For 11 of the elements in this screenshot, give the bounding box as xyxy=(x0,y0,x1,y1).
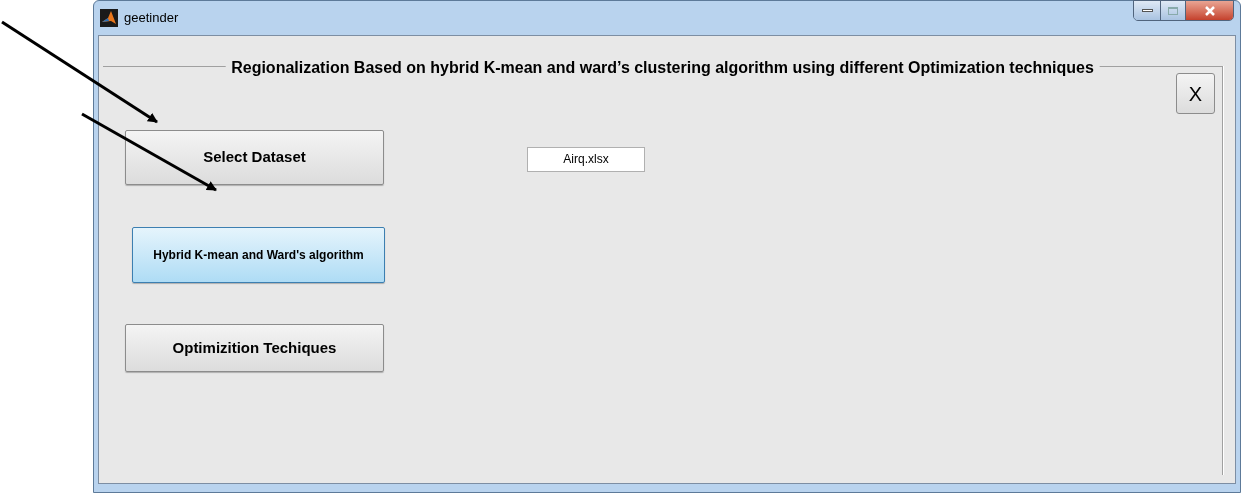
minimize-button[interactable] xyxy=(1134,1,1161,20)
action-button[interactable]: Optimizition Techiques xyxy=(125,324,384,372)
app-logo-icon xyxy=(100,9,118,27)
maximize-button[interactable] xyxy=(1161,1,1186,20)
close-icon xyxy=(1203,5,1216,16)
window-title: geetinder xyxy=(124,9,179,28)
close-window-button[interactable] xyxy=(1186,1,1233,20)
action-button[interactable]: Hybrid K-mean and Ward's algorithm xyxy=(132,227,385,283)
close-button[interactable]: X xyxy=(1176,73,1215,114)
file-name-field[interactable]: Airq.xlsx xyxy=(527,146,645,172)
action-button[interactable]: Select Dataset xyxy=(125,130,384,185)
